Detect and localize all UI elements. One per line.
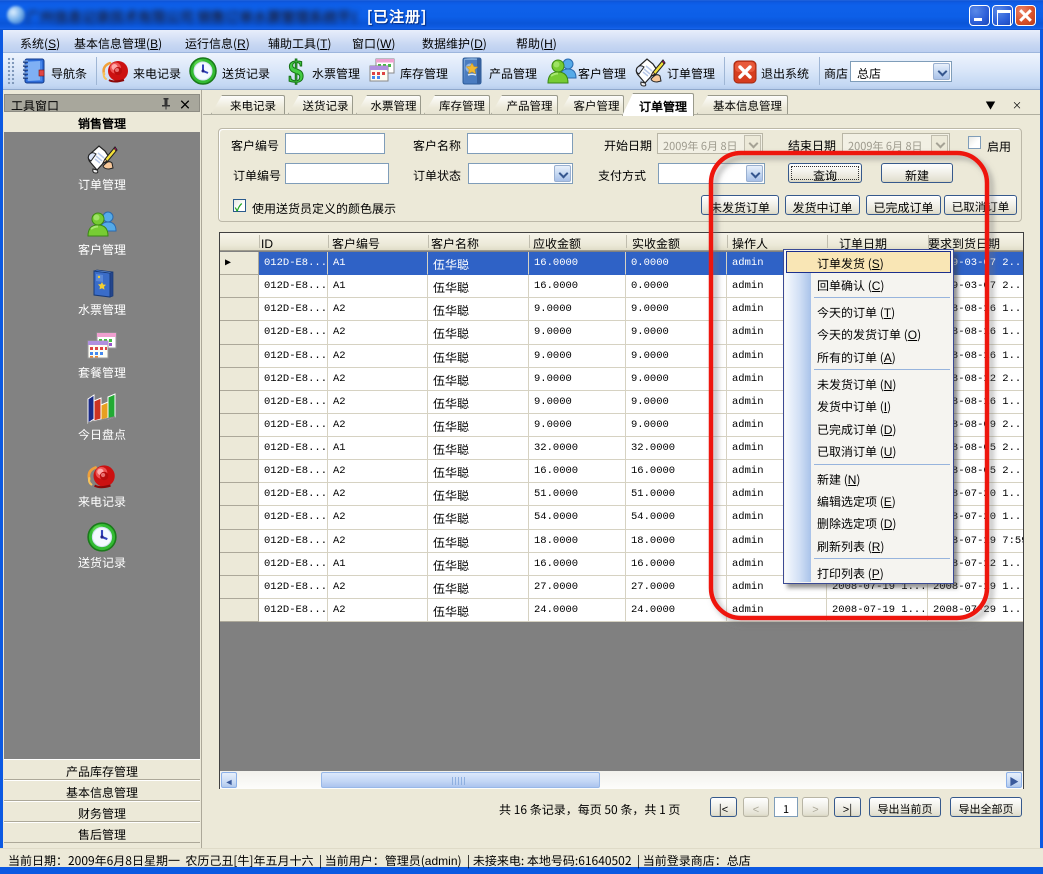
svg-text:$: $ bbox=[288, 55, 304, 87]
